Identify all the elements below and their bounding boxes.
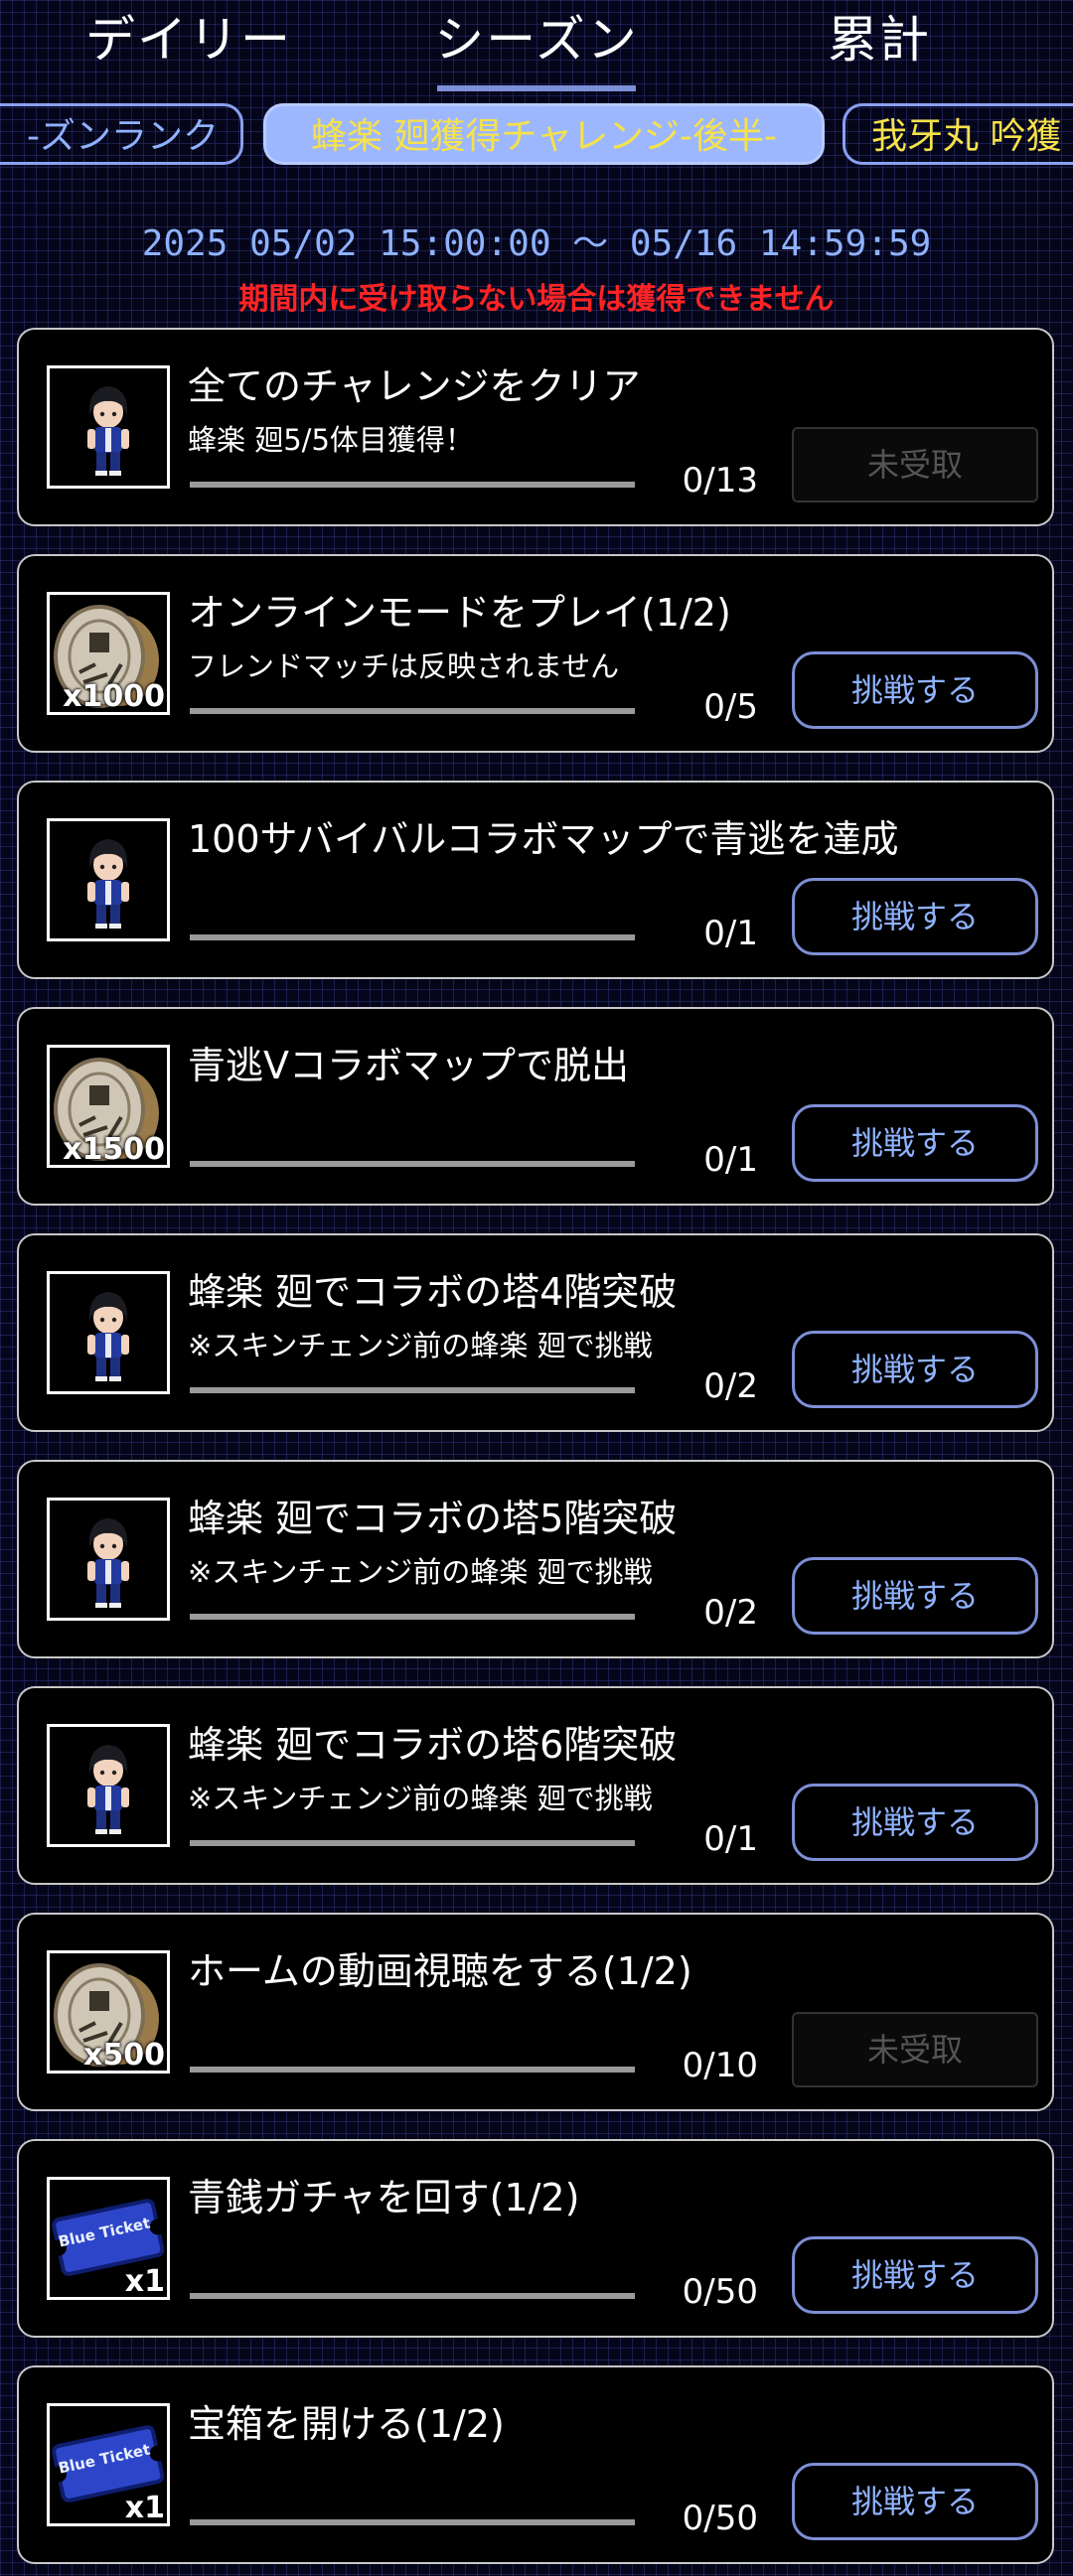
progress-count: 0/2: [703, 1593, 758, 1633]
progress-count: 0/1: [703, 914, 758, 953]
reward-thumbnail: x1500: [47, 1045, 170, 1168]
challenge-note: フレンドマッチは反映されません: [188, 649, 620, 683]
challenge-note: ※スキンチェンジ前の蜂楽 廻で挑戦: [188, 1782, 653, 1815]
expiry-warning: 期間内に受け取らない場合は獲得できません: [238, 282, 835, 317]
challenge-button[interactable]: 挑戦する: [792, 651, 1038, 729]
progress-bar: [190, 2519, 635, 2525]
challenge-button[interactable]: 挑戦する: [792, 1104, 1038, 1182]
progress-bar: [190, 1161, 635, 1167]
reward-thumbnail: [47, 365, 170, 489]
challenge-card: 100サバイバルコラボマップで青逃を達成 0/1 挑戦する: [17, 781, 1054, 979]
challenge-button[interactable]: 挑戦する: [792, 878, 1038, 955]
challenge-title: 蜂楽 廻でコラボの塔4階突破: [188, 1270, 678, 1314]
challenge-note: 蜂楽 廻5/5体目獲得！: [188, 423, 474, 457]
challenge-title: 100サバイバルコラボマップで青逃を達成: [188, 817, 899, 861]
reward-thumbnail: [47, 1271, 170, 1394]
reward-thumbnail: [47, 1724, 170, 1847]
progress-count: 0/50: [682, 2272, 758, 2312]
progress-bar: [190, 482, 635, 488]
challenge-card: 蜂楽 廻でコラボの塔4階突破 ※スキンチェンジ前の蜂楽 廻で挑戦 0/2 挑戦する: [17, 1233, 1054, 1432]
challenge-title: 蜂楽 廻でコラボの塔5階突破: [188, 1497, 678, 1540]
progress-bar: [190, 1387, 635, 1393]
reward-thumbnail: x1000: [47, 592, 170, 715]
challenge-title: オンラインモードをプレイ(1/2): [188, 591, 731, 635]
challenge-card: x500 ホームの動画視聴をする(1/2) 0/10 未受取: [17, 1913, 1054, 2111]
challenge-card: x1000 オンラインモードをプレイ(1/2) フレンドマッチは反映されません 0/5…: [17, 554, 1054, 753]
progress-count: 0/1: [703, 1140, 758, 1180]
progress-bar: [190, 708, 635, 714]
reward-thumbnail: [47, 818, 170, 941]
reward-quantity: x1: [124, 2491, 165, 2525]
challenge-note: ※スキンチェンジ前の蜂楽 廻で挑戦: [188, 1329, 653, 1362]
progress-count: 0/5: [703, 687, 758, 727]
challenge-button[interactable]: 挑戦する: [792, 1784, 1038, 1861]
progress-bar: [190, 934, 635, 940]
reward-thumbnail: x500: [47, 1950, 170, 2074]
progress-bar: [190, 2067, 635, 2073]
challenge-card: x1500 青逃Vコラボマップで脱出 0/1 挑戦する: [17, 1007, 1054, 1206]
unclaimed-button: 未受取: [792, 2012, 1038, 2087]
tab-season[interactable]: シーズン: [427, 0, 646, 79]
event-period: 2025 05/02 15:00:00 ～ 05/16 14:59:59: [141, 223, 932, 264]
reward-quantity: x1000: [63, 679, 165, 714]
challenge-button[interactable]: 挑戦する: [792, 2463, 1038, 2540]
active-tab-indicator: [437, 85, 636, 91]
reward-thumbnail: Blue Ticket x1: [47, 2403, 170, 2526]
challenge-title: 宝箱を開ける(1/2): [188, 2402, 505, 2446]
challenge-button[interactable]: 挑戦する: [792, 1557, 1038, 1635]
reward-thumbnail: [47, 1498, 170, 1621]
tab-total[interactable]: 累計: [785, 0, 974, 79]
category-tab-season-rank[interactable]: -ズンランク: [0, 103, 243, 165]
tab-daily[interactable]: デイリー: [60, 0, 318, 79]
progress-bar: [190, 1840, 635, 1846]
reward-quantity: x1500: [63, 1132, 165, 1167]
progress-count: 0/1: [703, 1819, 758, 1859]
challenge-button[interactable]: 挑戦する: [792, 2236, 1038, 2314]
challenge-title: 青逃Vコラボマップで脱出: [188, 1044, 629, 1087]
challenge-card: 全てのチャレンジをクリア蜂楽 廻5/5体目獲得！ 0/13 未受取: [17, 328, 1054, 526]
reward-quantity: x500: [83, 2038, 165, 2073]
progress-count: 0/50: [682, 2499, 758, 2538]
progress-bar: [190, 2293, 635, 2299]
period-tabs: デイリー シーズン 累計: [0, 0, 1073, 91]
progress-count: 0/13: [682, 461, 758, 501]
challenge-title: ホームの動画視聴をする(1/2): [188, 1949, 692, 1993]
challenge-button[interactable]: 挑戦する: [792, 1331, 1038, 1408]
reward-thumbnail: Blue Ticket x1: [47, 2177, 170, 2300]
category-tab-bachira-challenge[interactable]: 蜂楽 廻獲得チャレンジ-後半-: [263, 103, 825, 165]
challenge-card: 蜂楽 廻でコラボの塔6階突破 ※スキンチェンジ前の蜂楽 廻で挑戦 0/1 挑戦する: [17, 1686, 1054, 1885]
category-tabs: -ズンランク 蜂楽 廻獲得チャレンジ-後半- 我牙丸 吟獲: [0, 103, 1073, 171]
challenge-title: 青銭ガチャを回す(1/2): [188, 2176, 580, 2219]
challenge-note: ※スキンチェンジ前の蜂楽 廻で挑戦: [188, 1555, 653, 1589]
reward-quantity: x1: [124, 2264, 165, 2299]
challenge-card: Blue Ticket x1 宝箱を開ける(1/2) 0/50 挑戦する: [17, 2365, 1054, 2564]
progress-count: 0/10: [682, 2046, 758, 2085]
progress-count: 0/2: [703, 1366, 758, 1406]
challenge-title: 蜂楽 廻でコラボの塔6階突破: [188, 1723, 678, 1767]
challenge-title: 全てのチャレンジをクリア: [188, 364, 641, 408]
progress-bar: [190, 1614, 635, 1620]
unclaimed-button: 未受取: [792, 427, 1038, 502]
challenge-card: Blue Ticket x1 青銭ガチャを回す(1/2) 0/50 挑戦する: [17, 2139, 1054, 2338]
category-tab-gagamaru-challenge[interactable]: 我牙丸 吟獲: [843, 103, 1073, 165]
challenge-card: 蜂楽 廻でコラボの塔5階突破 ※スキンチェンジ前の蜂楽 廻で挑戦 0/2 挑戦する: [17, 1460, 1054, 1658]
